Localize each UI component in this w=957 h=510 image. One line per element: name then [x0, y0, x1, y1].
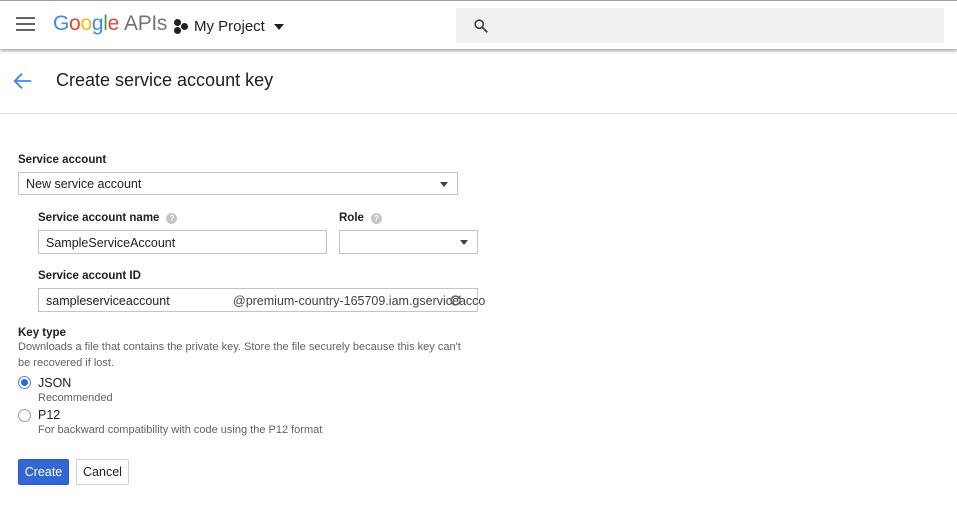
project-name: My Project	[194, 17, 265, 35]
json-option-sub: Recommended	[38, 392, 113, 404]
service-account-selected: New service account	[26, 177, 142, 191]
p12-option-sub: For backward compatibility with code usi…	[38, 424, 323, 436]
service-account-id-input[interactable]: sampleserviceaccount @premium-country-16…	[38, 288, 485, 312]
search-icon[interactable]	[473, 18, 488, 33]
help-icon[interactable]: ?	[370, 213, 382, 224]
key-type-label: Key type	[18, 327, 66, 339]
project-dots-icon	[173, 18, 189, 34]
service-account-label: Service account	[18, 154, 107, 166]
key-type-description: Downloads a file that contains the priva…	[18, 341, 461, 369]
dropdown-arrow-icon	[460, 240, 468, 245]
back-arrow-icon[interactable]	[12, 70, 34, 92]
refresh-icon[interactable]	[448, 293, 463, 308]
p12-option-label[interactable]: P12	[38, 408, 60, 422]
json-option-label[interactable]: JSON	[38, 376, 71, 390]
page-header: Create service account key	[0, 50, 957, 114]
service-account-select[interactable]: New service account	[18, 172, 458, 195]
p12-radio[interactable]	[18, 409, 31, 422]
hamburger-menu-icon[interactable]	[16, 16, 36, 32]
page-title: Create service account key	[56, 70, 274, 90]
create-button[interactable]: Create	[18, 459, 69, 485]
service-account-name-label: Service account name?	[38, 212, 178, 224]
chevron-down-icon	[273, 24, 284, 30]
dropdown-arrow-icon	[440, 182, 448, 187]
json-radio[interactable]	[18, 376, 31, 389]
service-account-id-label: Service account ID	[38, 270, 141, 282]
project-selector[interactable]: My Project	[173, 15, 284, 37]
google-apis-logo[interactable]: Google APIs	[53, 12, 167, 36]
service-account-id-value: sampleserviceaccount	[46, 294, 170, 308]
top-app-bar: Google APIs My Project	[0, 0, 957, 49]
role-select[interactable]	[339, 230, 478, 254]
cancel-button[interactable]: Cancel	[76, 459, 129, 485]
help-icon[interactable]: ?	[166, 213, 178, 224]
service-account-name-input[interactable]: SampleServiceAccount	[38, 230, 327, 254]
role-label: Role?	[339, 212, 382, 224]
search-bar[interactable]	[456, 8, 944, 43]
